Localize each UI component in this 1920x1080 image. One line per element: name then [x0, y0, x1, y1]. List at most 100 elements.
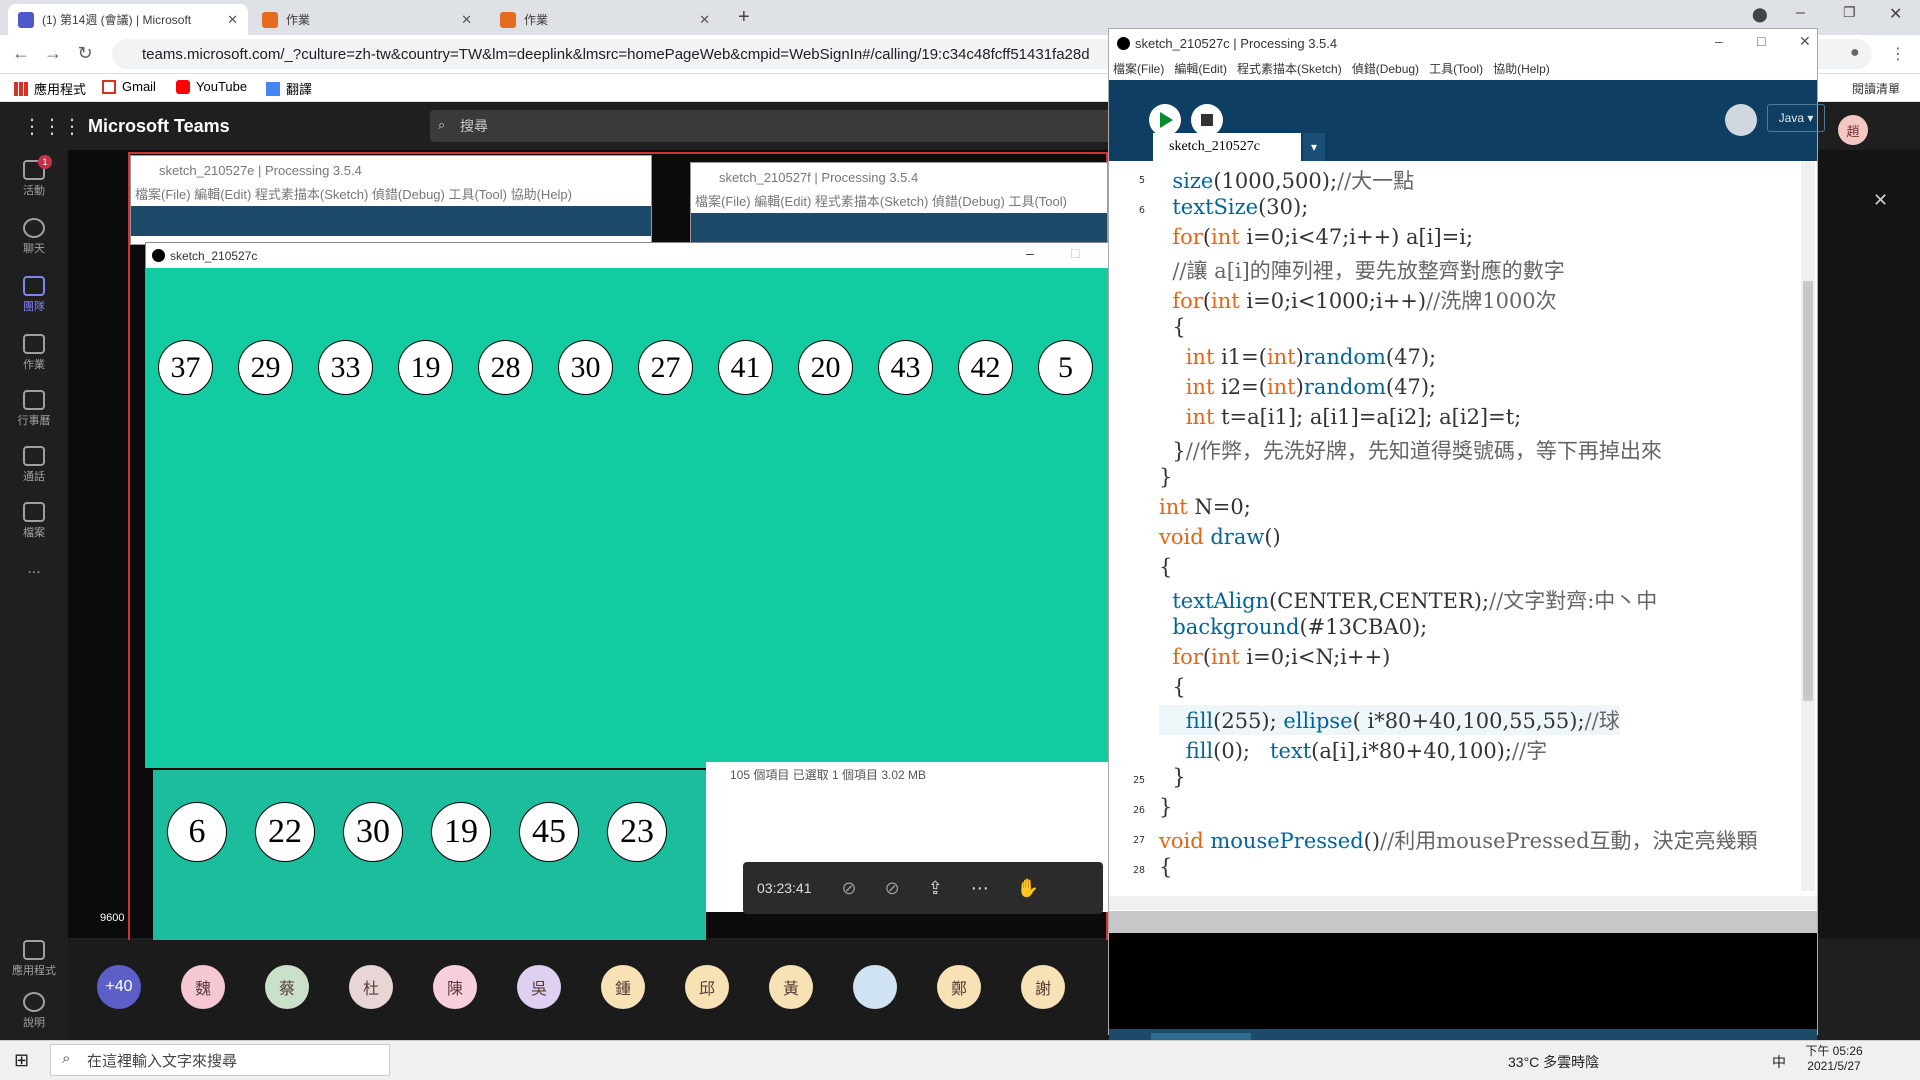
taskbar-search[interactable]: 在這裡輸入文字來搜尋	[50, 1044, 390, 1076]
sketch-canvas[interactable]: 37 29 33 19 28 30 27 41 20 43 42 5	[146, 268, 1146, 768]
code-line[interactable]: {	[1159, 555, 1172, 585]
menu-file[interactable]: 檔案(File)	[1113, 60, 1164, 77]
run-button[interactable]	[1149, 104, 1181, 136]
menu-debug[interactable]: 偵錯(Debug)	[1352, 60, 1419, 77]
code-line[interactable]: }//作弊，先洗好牌，先知道得獎號碼，等下再掉出來	[1159, 435, 1662, 465]
code-line[interactable]: }	[1159, 795, 1172, 825]
menu-tool[interactable]: 工具(Tool)	[1429, 60, 1483, 77]
participant-avatar[interactable]: +40	[97, 965, 141, 1009]
start-icon[interactable]: ⊞	[14, 1050, 29, 1071]
minimize-icon[interactable]: –	[1715, 33, 1723, 49]
code-editor[interactable]: 5 size(1000,500);//大一點 6 textSize(30); fo…	[1109, 161, 1817, 911]
bookmark-youtube[interactable]: YouTube	[176, 79, 247, 94]
console-output[interactable]	[1109, 933, 1817, 1029]
participant-avatar[interactable]: 魏	[181, 965, 225, 1009]
tab-teams[interactable]: (1) 第14週 (會議) | Microsoft ✕	[8, 4, 248, 35]
menu-edit[interactable]: 編輯(Edit)	[1174, 60, 1227, 77]
code-line[interactable]: }	[1159, 465, 1172, 495]
rail-apps[interactable]: 應用程式	[0, 940, 68, 978]
menu-sketch[interactable]: 程式素描本(Sketch)	[1237, 60, 1342, 77]
more-menu-icon[interactable]: ⋮	[1890, 44, 1906, 64]
close-window-icon[interactable]: ✕	[1889, 4, 1902, 24]
menu-help[interactable]: 協助(Help)	[1493, 60, 1550, 77]
app-launcher-icon[interactable]: ⋮⋮⋮	[22, 114, 82, 139]
code-line[interactable]: int N=0;	[1159, 495, 1251, 525]
scrollbar-thumb[interactable]	[1803, 281, 1813, 701]
forward-icon[interactable]: →	[40, 43, 66, 64]
close-panel-icon[interactable]: ✕	[1873, 190, 1888, 211]
teams-search-input[interactable]: 搜尋	[430, 110, 1130, 142]
participant-avatar[interactable]: 謝	[1021, 965, 1065, 1009]
code-line[interactable]: fill(0); text(a[i],i*80+40,100);//字	[1159, 735, 1547, 765]
rail-help[interactable]: 說明	[0, 992, 68, 1030]
close-icon[interactable]: ✕	[461, 12, 472, 28]
participant-avatar[interactable]: 鄭	[937, 965, 981, 1009]
reload-icon[interactable]: ↻	[72, 43, 98, 64]
close-icon[interactable]: ✕	[227, 12, 238, 28]
code-line[interactable]: textAlign(CENTER,CENTER);//文字對齊:中丶中	[1159, 585, 1657, 615]
code-line[interactable]: size(1000,500);//大一點	[1159, 165, 1414, 195]
camera-off-icon[interactable]: ⊘	[842, 878, 857, 899]
back-icon[interactable]: ←	[8, 43, 34, 64]
minimize-icon[interactable]: –	[1796, 4, 1805, 22]
raise-hand-icon[interactable]: ✋	[1017, 878, 1039, 899]
code-line[interactable]: background(#13CBA0);	[1159, 615, 1427, 645]
avatar[interactable]: 趙	[1838, 115, 1868, 145]
bookmark-apps[interactable]: 應用程式	[14, 79, 86, 98]
code-line[interactable]: {	[1159, 675, 1185, 705]
code-line[interactable]: void mousePressed()//利用mousePressed互動，決定…	[1159, 825, 1758, 855]
profile-menu-icon[interactable]: ⬤	[1752, 6, 1768, 23]
tab-assignment-2[interactable]: 作業 ✕	[490, 4, 720, 35]
code-line[interactable]: int i2=(int)random(47);	[1159, 375, 1436, 405]
restore-icon[interactable]: ❐	[1843, 4, 1856, 21]
code-line[interactable]: //讓 a[i]的陣列裡，要先放整齊對應的數字	[1159, 255, 1564, 285]
more-options-icon[interactable]: ⋯	[971, 878, 989, 899]
ime-indicator[interactable]: 中	[1772, 1052, 1786, 1072]
rail-files[interactable]: 檔案	[0, 502, 68, 540]
participant-avatar[interactable]: 鍾	[601, 965, 645, 1009]
horizontal-scrollbar[interactable]	[1109, 896, 1817, 910]
code-line[interactable]: }	[1159, 765, 1185, 795]
code-line[interactable]: for(int i=0;i<1000;i++)//洗牌1000次	[1159, 285, 1556, 315]
code-line[interactable]: {	[1159, 315, 1185, 345]
account-icon[interactable]: ●	[1850, 44, 1860, 62]
share-screen-icon[interactable]: ⇪	[928, 878, 943, 899]
rail-more[interactable]: ...	[0, 560, 68, 578]
code-line[interactable]: textSize(30);	[1159, 195, 1308, 225]
clock[interactable]: 下午 05:26 2021/5/27	[1800, 1042, 1868, 1073]
rail-calls[interactable]: 通話	[0, 446, 68, 484]
participant-avatar[interactable]: 陳	[433, 965, 477, 1009]
code-line[interactable]: for(int i=0;i<47;i++) a[i]=i;	[1159, 225, 1473, 255]
rail-chat[interactable]: 聊天	[0, 218, 68, 256]
bookmark-translate[interactable]: 翻譯	[266, 79, 312, 98]
participant-avatar[interactable]: 杜	[349, 965, 393, 1009]
code-line[interactable]: void draw()	[1159, 525, 1281, 555]
participant-avatar[interactable]: 蔡	[265, 965, 309, 1009]
code-line[interactable]: for(int i=0;i<N;i++)	[1159, 645, 1390, 675]
weather[interactable]: 33°C 多雲時陰	[1508, 1052, 1599, 1072]
mic-off-icon[interactable]: ⊘	[885, 878, 900, 899]
bookmark-gmail[interactable]: Gmail	[102, 79, 156, 94]
mode-selector[interactable]: Java ▾	[1767, 104, 1825, 132]
sketch-tab[interactable]: sketch_210527c	[1153, 133, 1301, 161]
participant-avatar[interactable]: 吳	[517, 965, 561, 1009]
code-line[interactable]: {	[1159, 855, 1172, 885]
reading-list[interactable]: 閱讀清單	[1852, 80, 1900, 97]
rail-assignments[interactable]: 作業	[0, 334, 68, 372]
tab-assignment-1[interactable]: 作業 ✕	[252, 4, 482, 35]
code-line[interactable]: fill(255); ellipse( i*80+40,100,55,55);/…	[1159, 705, 1620, 735]
participant-avatar[interactable]: 黃	[769, 965, 813, 1009]
participant-avatar[interactable]	[853, 965, 897, 1009]
participant-avatar[interactable]: 邱	[685, 965, 729, 1009]
stop-button[interactable]	[1191, 104, 1223, 136]
close-icon[interactable]: ✕	[1799, 33, 1811, 50]
rail-calendar[interactable]: 行事曆	[0, 390, 68, 428]
tab-menu-arrow[interactable]: ▾	[1303, 133, 1325, 161]
minimize-icon[interactable]: –	[1026, 245, 1034, 261]
code-line[interactable]: int i1=(int)random(47);	[1159, 345, 1436, 375]
rail-activity[interactable]: 活動	[0, 160, 68, 198]
close-icon[interactable]: ✕	[699, 12, 710, 28]
new-tab-icon[interactable]: +	[738, 6, 750, 29]
rail-teams[interactable]: 團隊	[0, 276, 68, 314]
code-line[interactable]: int t=a[i1]; a[i1]=a[i2]; a[i2]=t;	[1159, 405, 1522, 435]
